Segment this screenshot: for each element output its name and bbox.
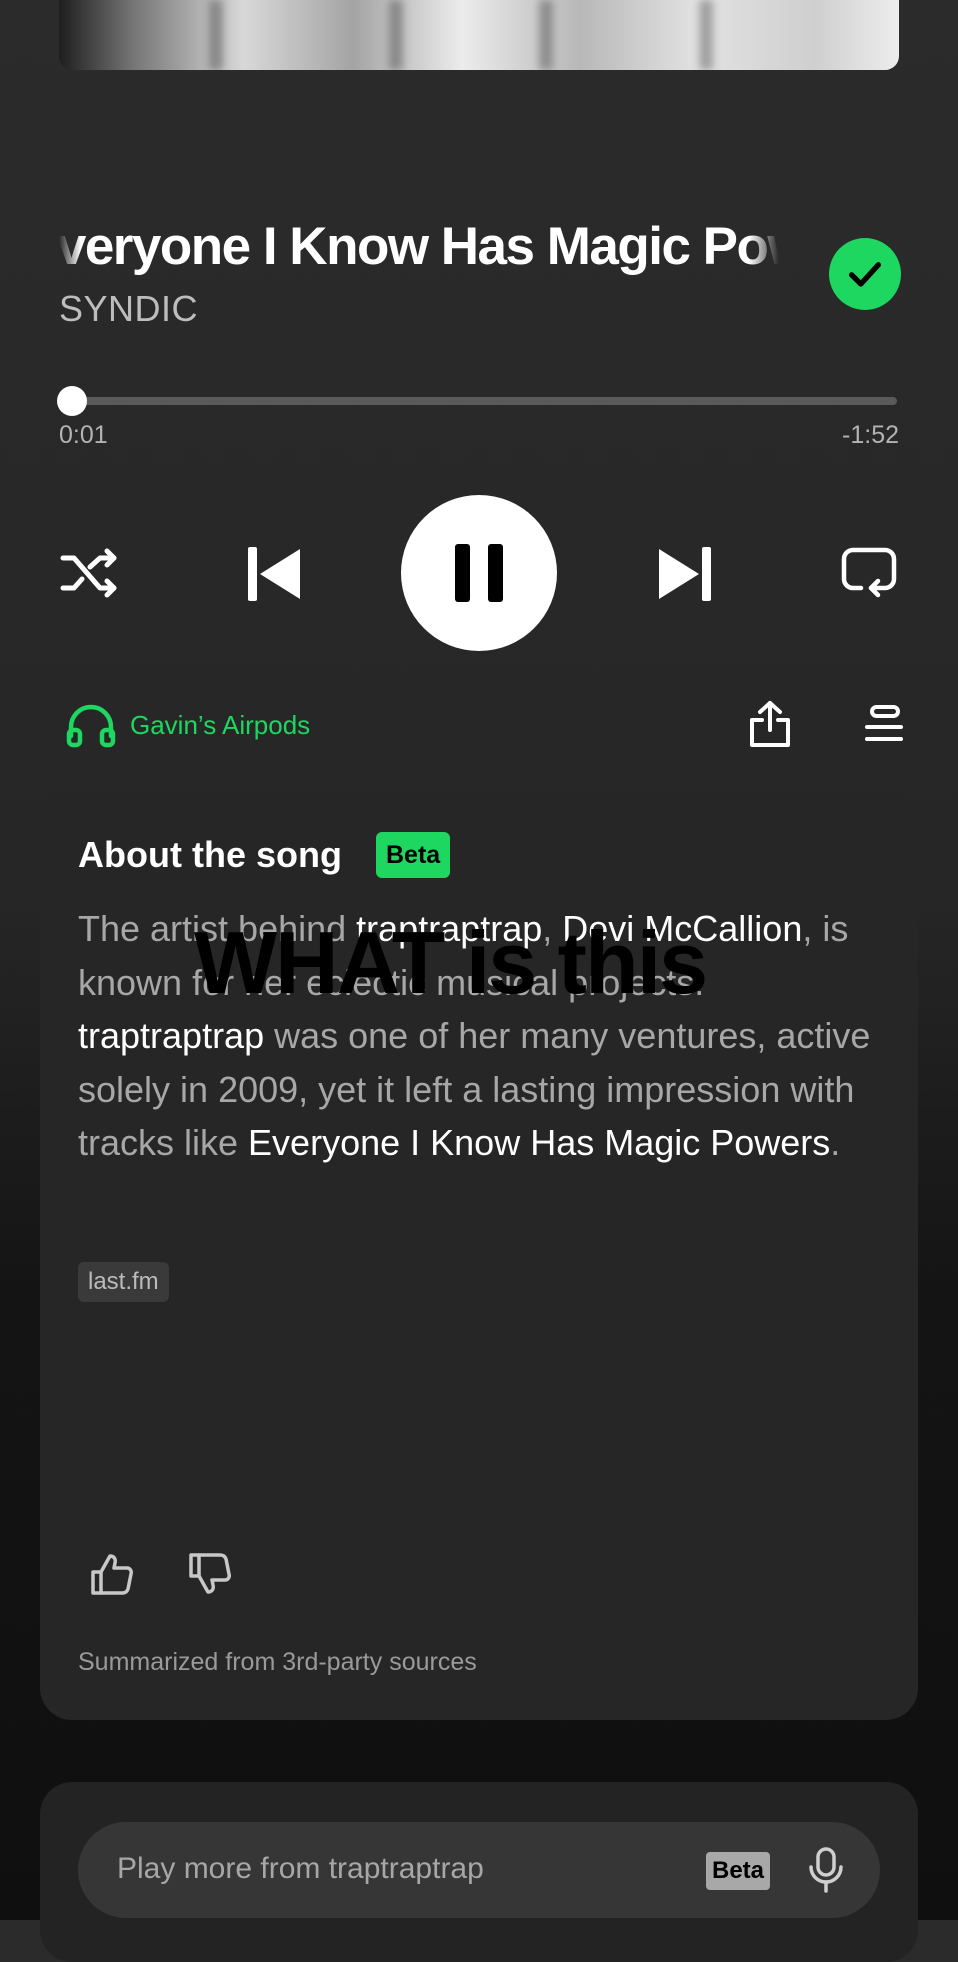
queue-button[interactable] bbox=[862, 702, 906, 746]
pause-icon bbox=[455, 544, 503, 602]
remaining-time: -1:52 bbox=[842, 421, 899, 449]
track-link[interactable]: Everyone I Know Has Magic Powers bbox=[248, 1122, 830, 1163]
share-button[interactable] bbox=[746, 698, 794, 750]
repeat-icon bbox=[841, 547, 897, 598]
headphones-icon bbox=[66, 704, 116, 748]
connected-device[interactable]: Gavin’s Airpods bbox=[66, 702, 310, 748]
prompt-card: Play more from traptraptrap Beta bbox=[40, 1782, 918, 1962]
microphone-icon bbox=[809, 1847, 843, 1893]
thumbs-down-button[interactable] bbox=[180, 1544, 240, 1604]
track-title: Everyone I Know Has Magic Powers bbox=[59, 217, 779, 276]
share-icon bbox=[750, 701, 790, 747]
source-chip[interactable]: last.fm bbox=[78, 1262, 169, 1302]
device-label: Gavin’s Airpods bbox=[130, 709, 311, 740]
overlay-caption: WHAT is this bbox=[194, 913, 708, 1012]
elapsed-time: 0:01 bbox=[59, 421, 108, 449]
skip-forward-icon bbox=[659, 547, 711, 601]
progress-handle[interactable] bbox=[57, 386, 88, 416]
thumbs-down-icon bbox=[189, 1553, 231, 1594]
thumbs-up-button[interactable] bbox=[82, 1544, 142, 1604]
prompt-placeholder: Play more from traptraptrap bbox=[117, 1852, 484, 1885]
beta-badge: Beta bbox=[376, 832, 451, 878]
track-title-marquee: Everyone I Know Has Magic Powers bbox=[59, 212, 779, 282]
thumbs-up-icon bbox=[91, 1554, 133, 1595]
saved-check-button[interactable] bbox=[829, 238, 901, 310]
about-song-heading: About the song bbox=[78, 834, 342, 875]
microphone-button[interactable] bbox=[802, 1846, 850, 1894]
queue-icon bbox=[865, 705, 903, 741]
shuffle-icon bbox=[60, 548, 117, 598]
summary-source-note: Summarized from 3rd-party sources bbox=[78, 1648, 477, 1676]
track-artist[interactable]: SYNDIC bbox=[59, 288, 198, 330]
pause-button[interactable] bbox=[401, 495, 557, 651]
album-art bbox=[59, 0, 899, 70]
progress-bar[interactable] bbox=[57, 386, 897, 416]
shuffle-button[interactable] bbox=[58, 543, 120, 603]
next-button[interactable] bbox=[655, 543, 715, 605]
check-icon bbox=[849, 262, 881, 287]
artist-link[interactable]: traptraptrap bbox=[78, 1015, 264, 1056]
previous-button[interactable] bbox=[244, 543, 304, 605]
repeat-button[interactable] bbox=[840, 545, 898, 601]
prompt-input[interactable]: Play more from traptraptrap Beta bbox=[78, 1822, 880, 1918]
skip-back-icon bbox=[248, 547, 300, 601]
prompt-beta-badge: Beta bbox=[706, 1852, 771, 1890]
